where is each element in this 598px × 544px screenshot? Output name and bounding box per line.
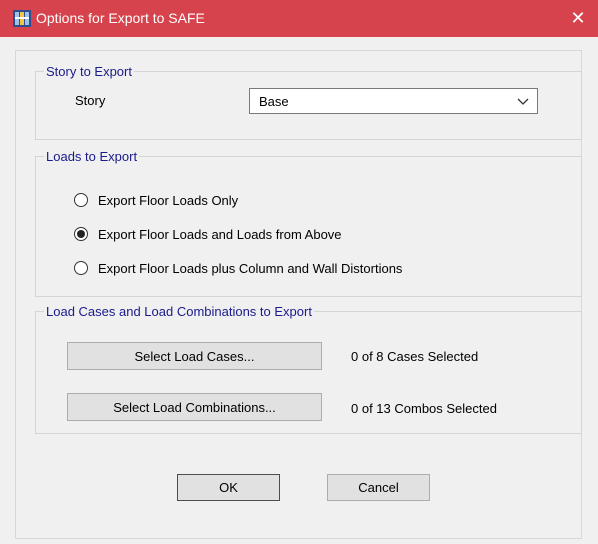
cases-selected-status: 0 of 8 Cases Selected (351, 349, 479, 364)
ok-button[interactable]: OK (177, 474, 280, 501)
radio-button[interactable] (74, 193, 88, 207)
story-group-legend: Story to Export (46, 64, 132, 79)
radio-label: Export Floor Loads plus Column and Wall … (98, 260, 403, 276)
radio-label: Export Floor Loads and Loads from Above (98, 226, 342, 242)
dialog-client: Story to Export Story Base Loads to Expo… (7, 37, 591, 539)
radio-button[interactable] (74, 261, 88, 275)
combos-selected-status: 0 of 13 Combos Selected (351, 401, 497, 416)
story-dropdown[interactable]: Base (249, 88, 538, 114)
story-label: Story (75, 93, 106, 108)
cases-group-legend: Load Cases and Load Combinations to Expo… (46, 304, 312, 319)
close-icon[interactable]: ✕ (558, 0, 598, 37)
select-load-combinations-button[interactable]: Select Load Combinations... (67, 393, 322, 421)
title-bar: Options for Export to SAFE ✕ (0, 0, 598, 37)
radio-label: Export Floor Loads Only (98, 192, 239, 208)
cancel-button[interactable]: Cancel (327, 474, 430, 501)
chevron-down-icon (517, 98, 529, 105)
radio-floor-loads-plus-distortions[interactable]: Export Floor Loads plus Column and Wall … (74, 259, 402, 277)
safe-app-icon (13, 10, 31, 27)
radio-button-selected[interactable] (74, 227, 88, 241)
select-load-cases-button[interactable]: Select Load Cases... (67, 342, 322, 370)
radio-floor-loads-only[interactable]: Export Floor Loads Only (74, 191, 238, 209)
story-dropdown-value: Base (259, 94, 289, 109)
radio-floor-loads-and-above[interactable]: Export Floor Loads and Loads from Above (74, 225, 342, 243)
loads-group-legend: Loads to Export (46, 149, 138, 164)
window-title: Options for Export to SAFE (36, 10, 205, 26)
